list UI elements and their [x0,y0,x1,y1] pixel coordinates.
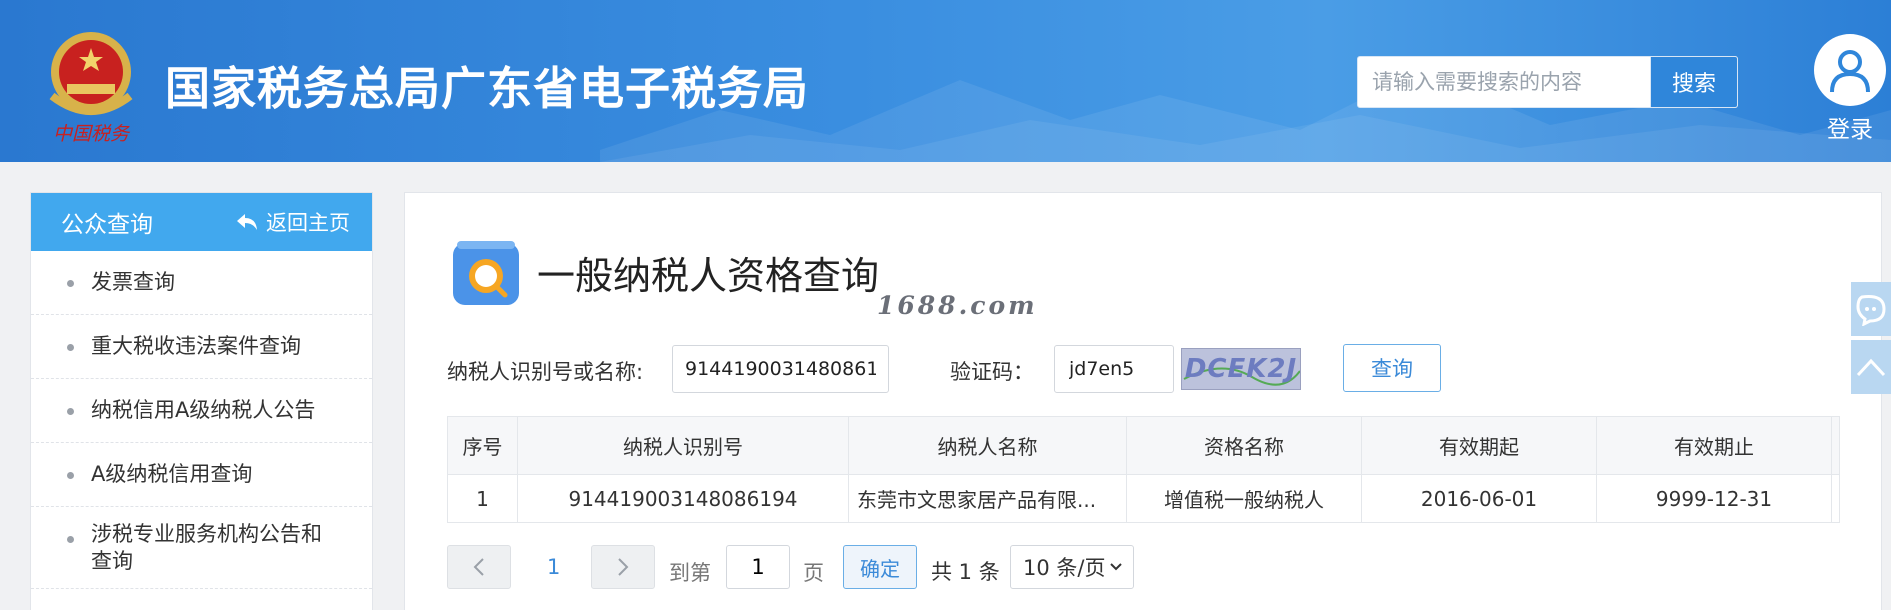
page-size-select[interactable]: 10 条/页 [1010,545,1134,589]
search-input[interactable] [1372,67,1642,97]
sidebar-item-label: 涉税专业服务机构公告和查询 [91,521,322,573]
reply-arrow-icon [237,214,257,230]
login-label: 登录 [1827,117,1873,143]
back-to-top-button[interactable] [1851,340,1891,394]
search-magnifier-icon [453,241,519,307]
table-cell: 东莞市文思家居产品有限... [848,474,1127,523]
next-page-button[interactable] [591,545,655,589]
table-cell: 1 [447,474,518,523]
chevron-down-icon [1110,563,1122,571]
column-header: 纳税人名称 [848,416,1127,475]
sidebar-item-label: 纳税信用A级纳税人公告 [91,398,316,422]
sidebar-item-label: A级纳税信用查询 [91,462,253,486]
captcha-image[interactable]: DCEK2J [1181,348,1301,390]
table-cell: 914419003148086194 [517,474,849,523]
total-count: 共 1 条 [931,560,1000,584]
taxpayer-id-label: 纳税人识别号或名称: [447,360,644,384]
svg-text:中国税务: 中国税务 [53,123,131,145]
column-header: 序号 [447,416,518,475]
site-header: 中国税务 国家税务总局广东省电子税务局 搜索 登录 [0,0,1891,162]
query-button[interactable]: 查询 [1343,344,1441,392]
site-title: 国家税务总局广东省电子税务局 [165,62,810,115]
search-box: 搜索 [1357,56,1738,108]
taxpayer-id-input[interactable] [672,345,889,393]
goto-page-input[interactable] [726,545,790,589]
tax-emblem-logo: 中国税务 [40,26,142,146]
user-avatar-icon [1814,34,1886,106]
pagination: 1 到第 页 确定 共 1 条 10 条/页 [447,545,1347,589]
sidebar-item-a-level-credit-query[interactable]: A级纳税信用查询 [31,443,372,507]
sidebar-header: 公众查询 返回主页 [31,193,372,251]
captcha-input[interactable] [1054,345,1174,393]
sidebar-title: 公众查询 [61,212,153,238]
back-home-link[interactable]: 返回主页 [236,207,350,237]
chat-icon [1856,295,1886,326]
sidebar-item-tax-service-agencies[interactable]: 涉税专业服务机构公告和查询 [31,507,372,589]
table-header-row: 序号 纳税人识别号 纳税人名称 资格名称 有效期起 有效期止 [447,416,1840,475]
results-table: 序号 纳税人识别号 纳税人名称 资格名称 有效期起 有效期止 1 9144190… [447,416,1840,523]
sidebar-item-invoice-query[interactable]: 发票查询 [31,251,372,315]
search-button[interactable]: 搜索 [1650,56,1738,108]
page-unit-label: 页 [803,561,824,585]
column-header-filler [1831,416,1840,475]
table-cell: 9999-12-31 [1596,474,1832,523]
prev-page-button[interactable] [447,545,511,589]
chevron-up-icon [1856,358,1886,377]
goto-confirm-button[interactable]: 确定 [843,545,917,589]
table-cell: 2016-06-01 [1361,474,1597,523]
login-button[interactable]: 登录 [1812,34,1888,144]
chevron-left-icon [473,558,484,576]
table-cell-filler [1831,474,1840,523]
sidebar: 公众查询 返回主页 发票查询 重大税收违法案件查询 纳税信用A级纳税人公告 A级… [30,192,373,610]
sidebar-item-a-level-announcement[interactable]: 纳税信用A级纳税人公告 [31,379,372,443]
column-header: 纳税人识别号 [517,416,849,475]
goto-label: 到第 [669,561,711,585]
chevron-right-icon [618,558,629,576]
sidebar-item-label: 发票查询 [91,270,175,294]
watermark-text: 1688.com [877,291,1038,320]
main-panel: 一般纳税人资格查询 1688.com 纳税人识别号或名称: 验证码： DCEK2… [404,192,1882,610]
sidebar-item-tax-violation-cases[interactable]: 重大税收违法案件查询 [31,315,372,379]
table-row: 1 914419003148086194 东莞市文思家居产品有限... 增值税一… [447,474,1840,523]
column-header: 有效期起 [1361,416,1597,475]
page-size-value: 10 条/页 [1023,556,1106,580]
float-chat-button[interactable] [1851,282,1891,336]
page-title: 一般纳税人资格查询 [537,254,880,298]
page-number-current[interactable]: 1 [547,555,560,579]
captcha-image-text: DCEK2J [1184,354,1298,384]
column-header: 资格名称 [1126,416,1362,475]
captcha-label: 验证码： [950,360,1034,384]
table-cell: 增值税一般纳税人 [1126,474,1362,523]
back-home-label: 返回主页 [266,211,350,235]
sidebar-item-label: 重大税收违法案件查询 [91,334,301,358]
column-header: 有效期止 [1596,416,1832,475]
